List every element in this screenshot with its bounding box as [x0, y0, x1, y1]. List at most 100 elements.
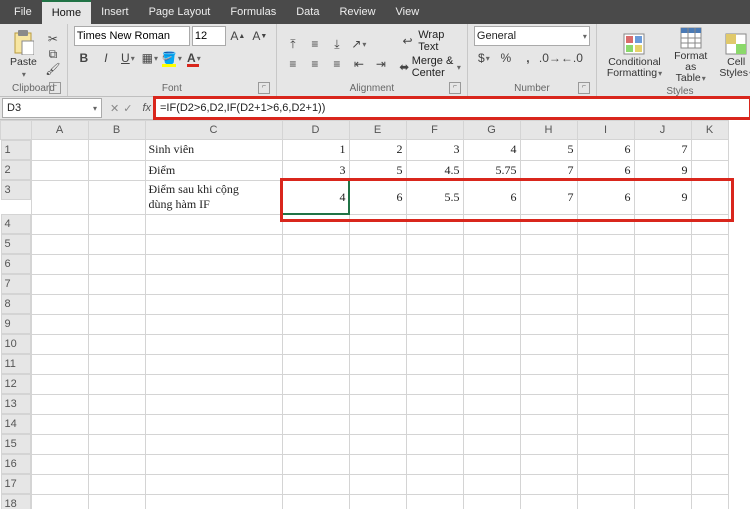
cell-F2[interactable]: 4.5 — [406, 160, 463, 180]
cell-I11[interactable] — [577, 354, 634, 374]
cell-K4[interactable] — [691, 214, 728, 234]
cell-E8[interactable] — [349, 294, 406, 314]
cell-H14[interactable] — [520, 414, 577, 434]
row-header-13[interactable]: 13 — [1, 394, 31, 414]
cell-F11[interactable] — [406, 354, 463, 374]
decrease-font-button[interactable]: A▼ — [250, 27, 270, 45]
cell-A1[interactable] — [31, 140, 88, 161]
col-header-I[interactable]: I — [577, 121, 634, 140]
increase-decimal-button[interactable]: .0→ — [540, 49, 560, 67]
percent-format-button[interactable]: % — [496, 49, 516, 67]
cell-G15[interactable] — [463, 434, 520, 454]
cell-K17[interactable] — [691, 474, 728, 494]
cell-B18[interactable] — [88, 494, 145, 509]
grid[interactable]: ABCDEFGHIJK1Sinh viên12345672Điểm354.55.… — [0, 120, 729, 509]
align-center-button[interactable]: ≡ — [305, 55, 325, 73]
row-header-9[interactable]: 9 — [1, 314, 31, 334]
col-header-B[interactable]: B — [88, 121, 145, 140]
cell-J11[interactable] — [634, 354, 691, 374]
row-header-17[interactable]: 17 — [1, 474, 31, 494]
cell-D11[interactable] — [282, 354, 349, 374]
cut-button[interactable]: ✂ — [45, 32, 61, 46]
indent-increase-button[interactable]: ⇥ — [371, 55, 391, 73]
cell-I2[interactable]: 6 — [577, 160, 634, 180]
cell-A7[interactable] — [31, 274, 88, 294]
cell-B7[interactable] — [88, 274, 145, 294]
cell-G16[interactable] — [463, 454, 520, 474]
alignment-launcher[interactable]: ⌐ — [449, 82, 461, 94]
cell-A5[interactable] — [31, 234, 88, 254]
bold-button[interactable]: B — [74, 49, 94, 67]
row-header-5[interactable]: 5 — [1, 234, 31, 254]
cell-G13[interactable] — [463, 394, 520, 414]
tab-home[interactable]: Home — [42, 0, 91, 24]
cell-H2[interactable]: 7 — [520, 160, 577, 180]
cell-F14[interactable] — [406, 414, 463, 434]
confirm-formula-button[interactable]: ✓ — [123, 102, 132, 115]
cancel-formula-button[interactable]: ✕ — [110, 102, 119, 115]
cell-F4[interactable] — [406, 214, 463, 234]
row-header-6[interactable]: 6 — [1, 254, 31, 274]
cell-C7[interactable] — [145, 274, 282, 294]
cell-K2[interactable] — [691, 160, 728, 180]
cell-G12[interactable] — [463, 374, 520, 394]
cell-J12[interactable] — [634, 374, 691, 394]
cell-D12[interactable] — [282, 374, 349, 394]
cell-J13[interactable] — [634, 394, 691, 414]
cell-C16[interactable] — [145, 454, 282, 474]
cell-H7[interactable] — [520, 274, 577, 294]
cell-C9[interactable] — [145, 314, 282, 334]
cell-I3[interactable]: 6 — [577, 180, 634, 214]
cell-I7[interactable] — [577, 274, 634, 294]
cell-F13[interactable] — [406, 394, 463, 414]
cell-D5[interactable] — [282, 234, 349, 254]
cell-I1[interactable]: 6 — [577, 140, 634, 161]
cell-F1[interactable]: 3 — [406, 140, 463, 161]
cell-K18[interactable] — [691, 494, 728, 509]
cell-K7[interactable] — [691, 274, 728, 294]
cell-E7[interactable] — [349, 274, 406, 294]
cell-C15[interactable] — [145, 434, 282, 454]
increase-font-button[interactable]: A▲ — [228, 27, 248, 45]
cell-E12[interactable] — [349, 374, 406, 394]
cell-E3[interactable]: 6 — [349, 180, 406, 214]
cell-D1[interactable]: 1 — [282, 140, 349, 161]
cell-J8[interactable] — [634, 294, 691, 314]
format-painter-button[interactable]: 🖌 — [45, 62, 61, 76]
cell-E11[interactable] — [349, 354, 406, 374]
cell-B15[interactable] — [88, 434, 145, 454]
name-box[interactable]: D3▾ — [2, 98, 102, 118]
cell-F12[interactable] — [406, 374, 463, 394]
cell-G9[interactable] — [463, 314, 520, 334]
cell-G8[interactable] — [463, 294, 520, 314]
cell-I4[interactable] — [577, 214, 634, 234]
cell-A12[interactable] — [31, 374, 88, 394]
cell-D16[interactable] — [282, 454, 349, 474]
cell-A10[interactable] — [31, 334, 88, 354]
row-header-16[interactable]: 16 — [1, 454, 31, 474]
cell-E15[interactable] — [349, 434, 406, 454]
align-bottom-button[interactable]: ⤓ — [327, 35, 347, 53]
col-header-E[interactable]: E — [349, 121, 406, 140]
cell-C10[interactable] — [145, 334, 282, 354]
cell-I5[interactable] — [577, 234, 634, 254]
cell-E18[interactable] — [349, 494, 406, 509]
cell-E1[interactable]: 2 — [349, 140, 406, 161]
conditional-formatting-button[interactable]: ConditionalFormatting▾ — [603, 32, 666, 80]
cell-F5[interactable] — [406, 234, 463, 254]
cell-J17[interactable] — [634, 474, 691, 494]
col-header-G[interactable]: G — [463, 121, 520, 140]
cell-F17[interactable] — [406, 474, 463, 494]
align-right-button[interactable]: ≡ — [327, 55, 347, 73]
cell-K11[interactable] — [691, 354, 728, 374]
col-header-F[interactable]: F — [406, 121, 463, 140]
col-header-K[interactable]: K — [691, 121, 728, 140]
tab-formulas[interactable]: Formulas — [220, 1, 286, 23]
cell-A8[interactable] — [31, 294, 88, 314]
row-header-18[interactable]: 18 — [1, 494, 31, 509]
cell-D13[interactable] — [282, 394, 349, 414]
cell-I9[interactable] — [577, 314, 634, 334]
cell-G17[interactable] — [463, 474, 520, 494]
cell-E6[interactable] — [349, 254, 406, 274]
tab-data[interactable]: Data — [286, 1, 329, 23]
